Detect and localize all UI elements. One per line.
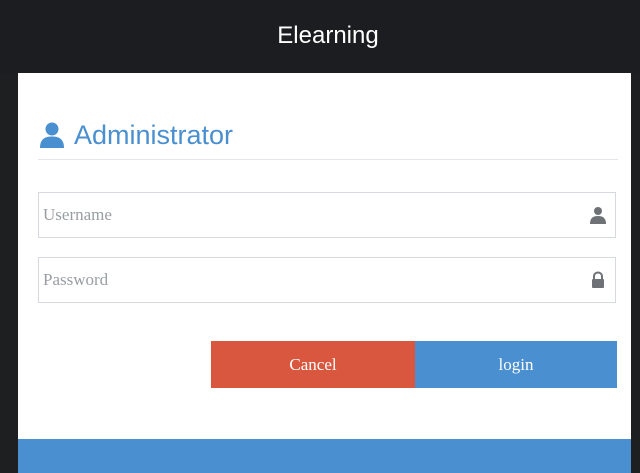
username-field-wrapper <box>38 192 616 238</box>
heading-divider <box>38 159 618 160</box>
login-button[interactable]: login <box>415 341 617 388</box>
login-heading: Administrator <box>38 115 618 155</box>
login-panel: Administrator Cancel login <box>18 73 631 473</box>
user-icon <box>590 207 606 224</box>
page-title: Administrator <box>74 120 234 150</box>
cancel-button[interactable]: Cancel <box>211 341 415 388</box>
panel-footer <box>18 439 631 473</box>
password-input[interactable] <box>39 258 569 302</box>
lock-icon <box>592 271 604 288</box>
password-field-wrapper <box>38 257 616 303</box>
app-title: Elearning <box>277 22 379 49</box>
user-icon <box>40 122 64 148</box>
top-bar: Elearning <box>0 0 640 73</box>
username-input[interactable] <box>39 193 569 237</box>
